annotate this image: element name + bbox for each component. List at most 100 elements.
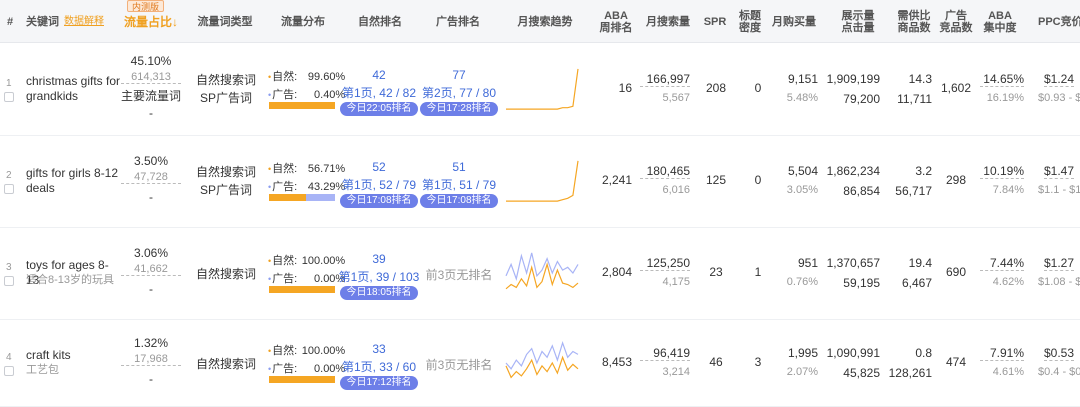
header-supply-demand[interactable]: 需供比 商品数 [890,0,938,43]
supply-demand-ratio: 19.4 [908,256,932,270]
impressions: 1,090,991 [826,345,880,360]
traffic-share-count: 17,968 [121,353,181,366]
row-checkbox[interactable] [4,91,14,102]
organic-rank-num[interactable]: 52 [342,160,416,174]
table-row: 3 toys for ages 8-13 适合8-13岁的玩具 3.06% 41,662… [0,228,1080,320]
header-ppc[interactable]: PPC竞价 [1038,0,1080,43]
aba-rank: 2,804 [601,265,632,279]
clicks: 79,200 [843,91,880,106]
organic-pct: 100.00% [301,344,346,357]
ad-rank-none: 前3页无排名 [425,268,493,282]
organic-dot-icon: • [268,164,272,174]
organic-rank-num[interactable]: 33 [342,342,416,356]
organic-rank-text[interactable]: 第1页, 52 / 79 [338,176,420,193]
ad-label: 广告: [272,88,298,101]
organic-rank-num[interactable]: 39 [342,252,416,266]
ppc-range: $0.4 - $0. [1038,365,1080,378]
ad-rank-text[interactable]: 第1页, 51 / 79 [419,176,499,193]
header-title-density[interactable]: 标题 密度 [734,0,766,43]
header-impressions[interactable]: 展示量 点击量 [830,0,886,43]
organic-rank-time: 今日22:05排名 [340,100,418,116]
row-checkbox[interactable] [4,276,14,286]
monthly-search: 166,997 [640,72,690,87]
organic-pct: 100.00% [301,255,346,267]
impressions: 1,862,234 [826,164,880,178]
header-spr[interactable]: SPR [698,0,732,43]
ad-rank-none: 前3页无排名 [425,357,493,372]
ad-rank-num[interactable]: 51 [421,160,497,174]
ad-dot-icon: • [268,182,272,192]
search-trend-sparkline[interactable] [504,64,580,114]
trend-line-blue [505,252,579,281]
header-traffic-type: 流量词类型 [197,15,253,28]
spr-value: 208 [705,80,727,95]
traffic-type: SP广告词 [199,183,252,197]
organic-rank-num[interactable]: 42 [342,68,416,82]
header-aba-rank[interactable]: ABA 周排名 [596,0,636,43]
header-traffic-share[interactable]: 流量占比↓ [123,0,179,43]
aba-concentration-sub: 4.61% [992,365,1024,378]
row-checkbox[interactable] [4,184,14,194]
ad-rank-num[interactable]: 77 [421,68,497,82]
share-dash: - [149,282,153,296]
ad-label: 广告: [272,273,298,285]
product-count: 56,717 [895,184,932,198]
ad-rank-text[interactable]: 第2页, 77 / 80 [419,84,499,101]
ad-rank-pill: 今日17:08排名 [420,194,498,208]
organic-dot-icon: • [268,71,272,82]
aba-concentration-sub: 4.62% [992,276,1024,288]
header-monthly-search[interactable]: 月搜索量 [640,0,696,43]
impressions: 1,909,199 [826,71,880,86]
table-row: 1 christmas gifts for grandkids 45.10% 614,… [0,43,1080,136]
monthly-search-sub: 3,214 [662,365,690,378]
ad-rank-pill: 今日17:28排名 [420,101,498,116]
ppc-bid: $1.24 [1044,71,1075,87]
header-organic-rank[interactable]: 自然排名 [345,0,415,43]
aba-concentration: 14.65% [980,72,1024,87]
row-checkbox[interactable] [4,365,14,376]
keyword-text[interactable]: craft kits [26,348,122,363]
row-index: 4 [6,351,12,363]
header-ad-competitors[interactable]: 广告 竞品数 [938,0,974,43]
organic-rank-text[interactable]: 第1页, 42 / 82 [338,84,420,101]
search-trend-sparkline[interactable] [504,338,580,388]
row-index: 3 [6,262,12,273]
monthly-search-sub: 6,016 [662,184,690,196]
data-explain-link[interactable]: 数据解释 [64,16,104,28]
main-traffic-label: 主要流量词 [120,88,181,103]
organic-share-bar [269,194,306,201]
organic-rank-pill: 今日17:08排名 [340,194,418,208]
aba-rank: 8,453 [601,354,632,369]
traffic-share-count: 614,313 [121,71,181,84]
aba-concentration: 7.91% [980,346,1024,361]
organic-rank-text[interactable]: 第1页, 33 / 60 [338,358,420,375]
ad-competitors: 474 [945,354,967,369]
search-trend-sparkline[interactable] [504,248,580,298]
keyword-text[interactable]: gifts for girls 8-12 deals [26,166,122,196]
clicks: 86,854 [843,184,880,198]
organic-rank-text[interactable]: 第1页, 39 / 103 [338,268,420,285]
monthly-buy: 951 [797,256,818,270]
organic-rank-time: 今日17:08排名 [340,192,418,208]
monthly-search: 180,465 [640,164,690,179]
organic-label: 自然: [272,163,298,175]
search-trend-sparkline[interactable] [504,156,580,206]
trend-line-orange [506,68,579,110]
spr-value: 125 [705,173,727,187]
header-ad-rank[interactable]: 广告排名 [422,0,494,43]
ad-dot-icon: • [268,363,272,374]
organic-share-label: •自然: 100.00% [268,252,345,268]
keyword-text[interactable]: christmas gifts for grandkids [26,74,122,104]
ppc-range: $0.93 - $1 [1038,91,1080,104]
aba-concentration: 7.44% [980,256,1024,271]
clicks: 59,195 [843,276,880,290]
spr-value: 23 [709,265,723,279]
ad-share-label: •广告: 0.00% [268,270,345,286]
aba-rank: 16 [618,80,632,95]
clicks: 45,825 [843,365,880,380]
header-aba-concentration[interactable]: ABA 集中度 [980,0,1020,43]
product-count: 128,261 [888,365,932,380]
header-monthly-buy[interactable]: 月购买量 [766,0,822,43]
header-keyword-label: 关键词 [26,15,59,28]
organic-share-bar [269,375,335,383]
